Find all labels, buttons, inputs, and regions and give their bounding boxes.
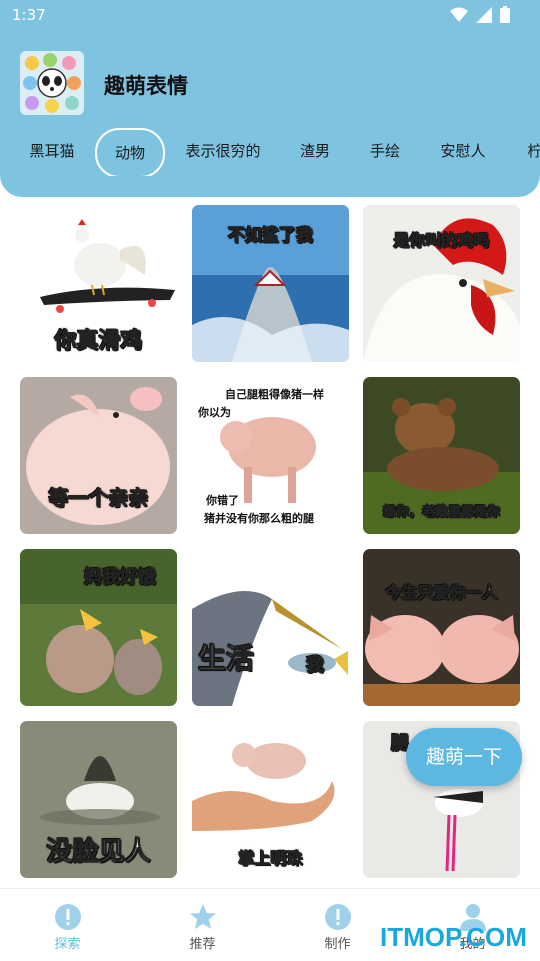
nav-recommend-label: 推荐 bbox=[189, 937, 216, 952]
tab-scumbag[interactable]: 渣男 bbox=[290, 128, 340, 174]
nav-explore[interactable]: 探索 bbox=[0, 889, 135, 961]
sticker-rooster-skateboard[interactable]: 你真滑鸡 bbox=[20, 205, 177, 362]
sticker-caption: 不如鲨了我 bbox=[228, 226, 314, 247]
sticker-heron-fish[interactable]: 生活 我 bbox=[192, 549, 349, 706]
nav-recommend[interactable]: 推荐 bbox=[135, 889, 270, 961]
tab-black-ear-cat[interactable]: 黑耳猫 bbox=[18, 128, 86, 174]
watermark: ITMOP.COM bbox=[380, 922, 527, 952]
sticker-caption-3: 你错了 bbox=[206, 494, 239, 507]
sticker-pig-in-hand[interactable]: 掌上明珠 bbox=[192, 721, 349, 878]
sticker-duck-diving[interactable]: 没脸见人 bbox=[20, 721, 177, 878]
sticker-caption-4: 猪并没有你那么粗的腿 bbox=[204, 512, 314, 525]
wifi-icon bbox=[450, 7, 468, 22]
status-icons bbox=[450, 6, 510, 23]
sticker-caption: 妈我好饿 bbox=[84, 567, 157, 589]
star-icon bbox=[190, 904, 216, 929]
app-title: 趣萌表情 bbox=[104, 74, 188, 98]
app-logo bbox=[20, 51, 84, 115]
tab-lemon[interactable]: 柠 bbox=[520, 128, 540, 174]
info-icon bbox=[325, 904, 351, 930]
nav-explore-label: 探索 bbox=[54, 937, 81, 952]
tab-poor[interactable]: 表示很穷的 bbox=[178, 128, 268, 174]
sticker-rooster-closeup[interactable]: 是你叫的鸡吗 bbox=[363, 205, 520, 362]
sticker-caption: 是你叫的鸡吗 bbox=[393, 231, 490, 251]
sticker-pig-legs[interactable]: 自己腿粗得像猪一样 你以为 你错了 猪并没有你那么粗的腿 bbox=[192, 377, 349, 534]
sticker-caption-2: 你以为 bbox=[198, 406, 231, 419]
fun-button[interactable]: 趣萌一下 bbox=[406, 728, 522, 786]
battery-icon bbox=[500, 6, 510, 23]
sticker-shark[interactable]: 不如鲨了我 bbox=[192, 205, 349, 362]
sticker-caption: 等一个亲亲 bbox=[48, 486, 149, 511]
sticker-pig-kiss[interactable]: 等一个亲亲 bbox=[20, 377, 177, 534]
tab-hand-drawn[interactable]: 手绘 bbox=[360, 128, 410, 174]
explore-icon bbox=[55, 904, 81, 930]
sticker-caption: 生活 bbox=[197, 642, 255, 676]
sticker-caption: 你真滑鸡 bbox=[54, 329, 143, 355]
sticker-bear[interactable]: 想你，老戴里都是你 bbox=[363, 377, 520, 534]
signal-icon bbox=[476, 6, 492, 23]
sticker-two-pigs[interactable]: 今生只爱你一人 bbox=[363, 549, 520, 706]
sticker-caption: 自己腿粗得像猪一样 bbox=[225, 388, 324, 401]
sticker-caption: 想你，老戴里都是你 bbox=[382, 505, 500, 521]
sticker-caption-2: 我 bbox=[306, 655, 325, 677]
sticker-caption: 没脸见人 bbox=[46, 837, 151, 868]
sticker-baby-birds[interactable]: 妈我好饿 bbox=[20, 549, 177, 706]
status-bar: 1:37 bbox=[0, 0, 540, 32]
category-tabs: 黑耳猫 动物 表示很穷的 渣男 手绘 安慰人 柠 bbox=[0, 128, 540, 176]
status-time: 1:37 bbox=[12, 6, 46, 24]
sticker-caption: 今生只爱你一人 bbox=[385, 583, 498, 603]
sticker-caption: 掌上明珠 bbox=[238, 849, 303, 869]
tab-animals[interactable]: 动物 bbox=[95, 128, 165, 176]
app-header: 1:37 趣萌表情 黑耳猫 动物 表示很穷的 渣男 手绘 安慰人 柠 bbox=[0, 0, 540, 197]
tab-comfort[interactable]: 安慰人 bbox=[432, 128, 494, 174]
